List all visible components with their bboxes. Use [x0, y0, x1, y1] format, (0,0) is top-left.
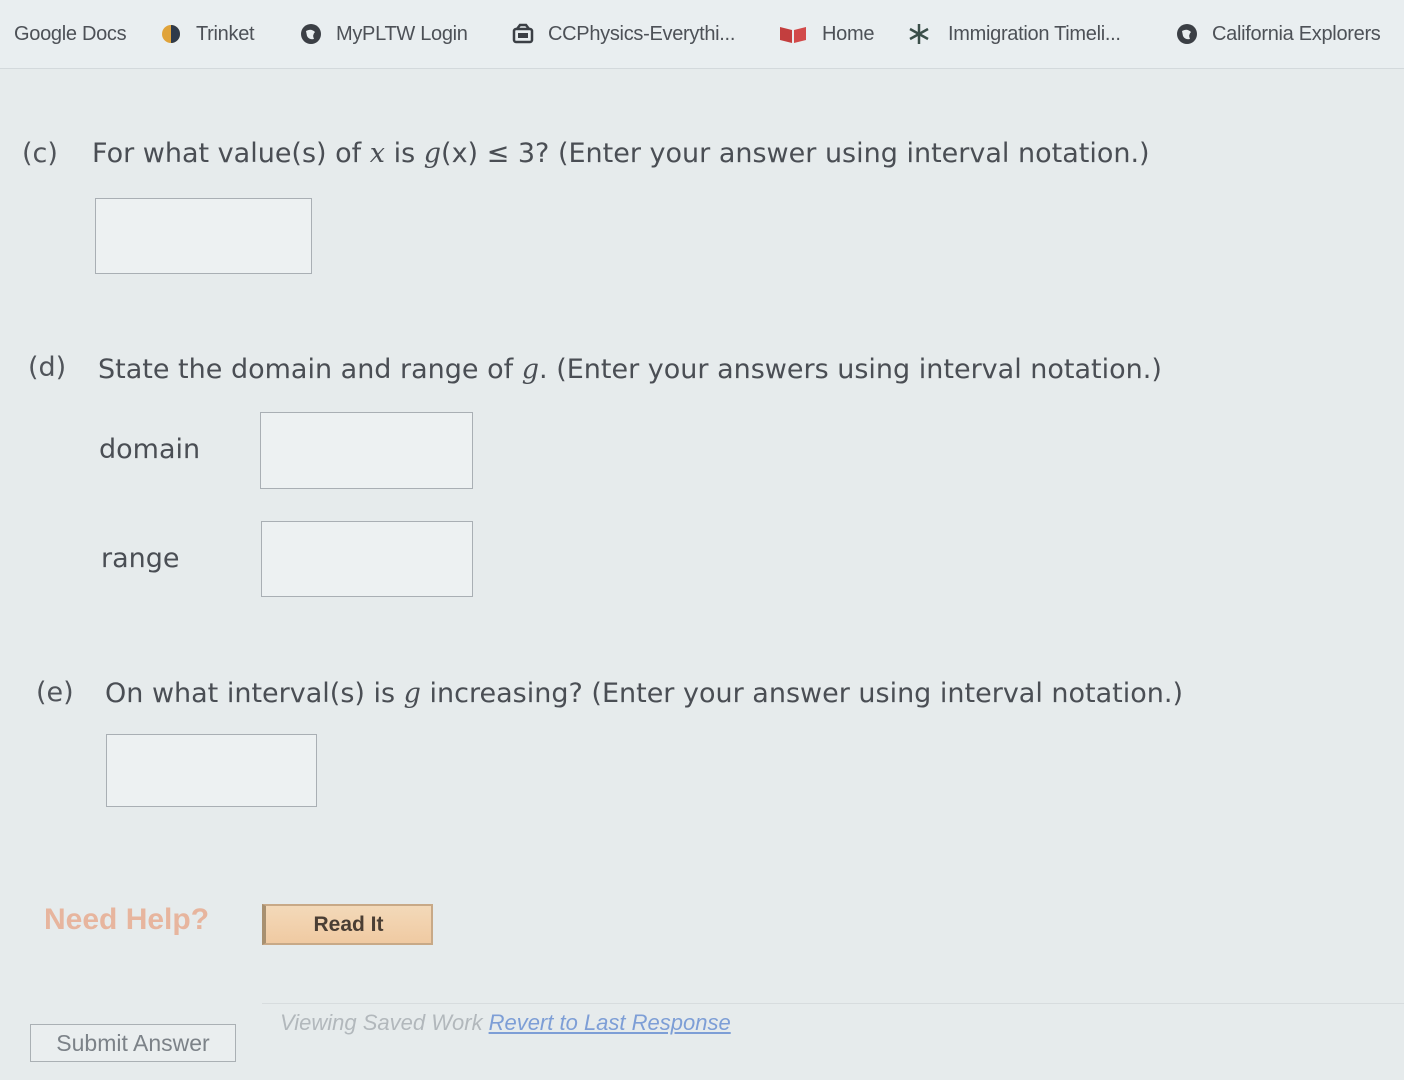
revert-link[interactable]: Revert to Last Response — [489, 1010, 731, 1035]
book-icon — [778, 23, 808, 45]
need-help-label: Need Help? — [44, 903, 210, 936]
divider — [262, 1003, 1404, 1004]
bookmark-label: MyPLTW Login — [336, 22, 468, 45]
bookmark-label: CCPhysics-Everythi... — [548, 22, 736, 45]
bookmark-label: Home — [822, 22, 875, 45]
question-text: For what value(s) of — [92, 138, 370, 169]
part-d-label: (d) — [28, 352, 67, 383]
bookmark-ccphysics[interactable]: CCPhysics-Everythi... — [512, 20, 735, 48]
part-c-question: For what value(s) of x is g(x) ≤ 3? (Ent… — [92, 138, 1150, 169]
part-e-answer-input[interactable] — [106, 734, 317, 807]
saved-work-status: Viewing Saved Work Revert to Last Respons… — [280, 1010, 731, 1036]
range-answer-input[interactable] — [261, 521, 473, 597]
question-text: . (Enter your answers using interval not… — [539, 354, 1162, 385]
question-text: On what interval(s) is — [105, 678, 404, 709]
question-text: increasing? (Enter your answer using int… — [420, 678, 1184, 709]
function-g: g — [403, 678, 421, 709]
bookmark-label: Google Docs — [14, 22, 127, 45]
bookmarks-bar: Google Docs Trinket MyPLTW Login CCPhysi… — [0, 0, 1404, 69]
question-text: State the domain and range of — [98, 354, 522, 385]
part-c-label: (c) — [22, 138, 58, 169]
globe-icon — [300, 23, 322, 45]
function-g: g — [423, 138, 442, 169]
part-e-label: (e) — [36, 677, 74, 708]
bookmark-label: California Explorers — [1212, 22, 1381, 45]
question-text: is — [385, 138, 424, 169]
part-e-question: On what interval(s) is g increasing? (En… — [105, 678, 1183, 709]
domain-label: domain — [99, 434, 201, 465]
bookmark-google-docs[interactable]: Google Docs — [14, 20, 127, 48]
domain-answer-input[interactable] — [260, 412, 473, 489]
question-text: ≤ 3? (Enter your answer using interval n… — [478, 138, 1150, 169]
bookmark-california-explorers[interactable]: California Explorers — [1176, 20, 1381, 48]
bookmark-label: Immigration Timeli... — [948, 22, 1121, 45]
bookmark-mypltw-login[interactable]: MyPLTW Login — [300, 20, 468, 48]
function-g: g — [521, 354, 540, 385]
globe-icon — [1176, 23, 1198, 45]
part-d-question: State the domain and range of g. (Enter … — [98, 354, 1162, 385]
bookmark-immigration-timeline[interactable]: Immigration Timeli... — [908, 20, 1121, 48]
bookmark-label: Trinket — [196, 22, 255, 45]
submit-answer-button[interactable]: Submit Answer — [30, 1024, 236, 1062]
function-argument: (x) — [441, 138, 479, 169]
read-it-button[interactable]: Read It — [262, 904, 433, 945]
snowflake-icon — [908, 23, 930, 45]
trinket-icon — [160, 23, 182, 45]
viewing-saved-text: Viewing Saved Work — [280, 1010, 483, 1035]
bookmark-trinket[interactable]: Trinket — [160, 20, 255, 48]
folder-icon — [512, 23, 534, 45]
range-label: range — [101, 543, 180, 574]
variable-x: x — [369, 138, 385, 169]
part-c-answer-input[interactable] — [95, 198, 312, 274]
bookmark-home[interactable]: Home — [778, 20, 874, 48]
